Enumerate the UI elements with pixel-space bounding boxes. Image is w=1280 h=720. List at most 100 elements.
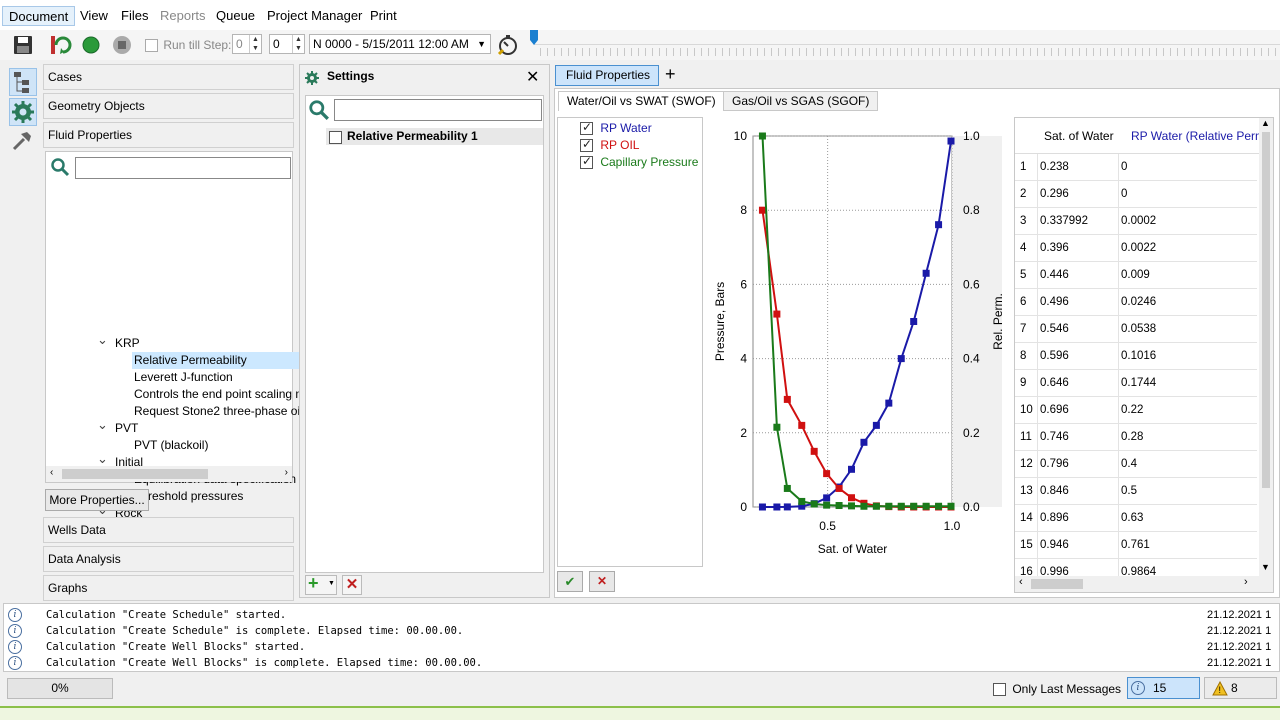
table-row[interactable]: 16 0.996 0.9864 bbox=[1015, 559, 1257, 576]
tree-search-input[interactable] bbox=[75, 157, 291, 179]
column-header-rp-water[interactable]: RP Water (Relative Perm bbox=[1131, 129, 1265, 143]
chevron-down-icon[interactable]: ⌄ bbox=[97, 333, 108, 346]
spin-arrows-icon[interactable]: ▲ ▼ bbox=[292, 35, 304, 53]
table-cell[interactable]: 0.646 bbox=[1040, 370, 1069, 397]
timer-icon[interactable] bbox=[495, 32, 521, 58]
section-wells-data[interactable]: Wells Data bbox=[43, 517, 294, 543]
section-cases[interactable]: Cases bbox=[43, 64, 294, 90]
table-cell[interactable]: 0.596 bbox=[1040, 343, 1069, 370]
date-select[interactable]: N 0000 - 5/15/2011 12:00 AM ▼ bbox=[309, 34, 491, 54]
table-row[interactable]: 2 0.296 0 bbox=[1015, 181, 1257, 208]
table-cell[interactable]: 0.446 bbox=[1040, 262, 1069, 289]
scroll-up-icon[interactable]: ▲ bbox=[1261, 118, 1270, 128]
scroll-right-icon[interactable]: › bbox=[1244, 576, 1248, 588]
horizontal-scrollbar[interactable]: ‹ › bbox=[46, 466, 292, 482]
delete-setting-button[interactable]: ✕ bbox=[342, 575, 362, 595]
table-cell[interactable]: 0 bbox=[1121, 154, 1127, 181]
section-fluid-properties[interactable]: Fluid Properties bbox=[43, 122, 294, 148]
menu-files[interactable]: Files bbox=[115, 6, 154, 26]
series-item-rp-oil[interactable]: RP OIL bbox=[580, 137, 639, 153]
table-cell[interactable]: 0.5 bbox=[1121, 478, 1137, 505]
info-filter-button[interactable]: i 15 bbox=[1127, 677, 1200, 699]
chevron-down-icon[interactable]: ⌄ bbox=[97, 452, 108, 465]
series-checkbox[interactable] bbox=[580, 120, 593, 136]
cancel-button[interactable]: ✕ bbox=[589, 571, 615, 592]
menu-queue[interactable]: Queue bbox=[210, 6, 261, 26]
table-row[interactable]: 5 0.446 0.009 bbox=[1015, 262, 1257, 289]
settings-search-input[interactable] bbox=[334, 99, 542, 121]
table-cell[interactable]: 0.238 bbox=[1040, 154, 1069, 181]
add-setting-button[interactable]: + ▼ bbox=[305, 573, 337, 595]
table-cell[interactable]: 0.0246 bbox=[1121, 289, 1156, 316]
menu-print[interactable]: Print bbox=[364, 6, 403, 26]
table-cell[interactable]: 0.896 bbox=[1040, 505, 1069, 532]
series-item-rp-water[interactable]: RP Water bbox=[580, 120, 652, 136]
table-cell[interactable]: 0.9864 bbox=[1121, 559, 1156, 576]
table-row[interactable]: 13 0.846 0.5 bbox=[1015, 478, 1257, 505]
step-spinbox[interactable]: 0 ▲ ▼ bbox=[269, 34, 305, 54]
series-item-capillary-pressure[interactable]: Capillary Pressure bbox=[580, 154, 698, 170]
only-last-messages-box[interactable] bbox=[993, 683, 1006, 697]
tab-fluid-properties[interactable]: Fluid Properties bbox=[555, 65, 659, 86]
table-cell[interactable]: 0.796 bbox=[1040, 451, 1069, 478]
save-icon[interactable] bbox=[10, 32, 36, 58]
table-cell[interactable]: 0.337992 bbox=[1040, 208, 1088, 235]
scroll-left-icon[interactable]: ‹ bbox=[50, 467, 53, 478]
tree-view-icon[interactable] bbox=[9, 68, 37, 96]
timeline-track[interactable] bbox=[534, 44, 1280, 45]
table-cell[interactable]: 0.1744 bbox=[1121, 370, 1156, 397]
table-cell[interactable]: 0.761 bbox=[1121, 532, 1150, 559]
table-cell[interactable]: 0.946 bbox=[1040, 532, 1069, 559]
table-cell[interactable]: 0.0538 bbox=[1121, 316, 1156, 343]
scrollbar-thumb[interactable] bbox=[62, 469, 208, 479]
section-graphs[interactable]: Graphs bbox=[43, 575, 294, 601]
table-cell[interactable]: 0.009 bbox=[1121, 262, 1150, 289]
table-cell[interactable]: 0.296 bbox=[1040, 181, 1069, 208]
table-row[interactable]: 12 0.796 0.4 bbox=[1015, 451, 1257, 478]
table-cell[interactable]: 0.63 bbox=[1121, 505, 1143, 532]
timeline-handle[interactable] bbox=[529, 30, 539, 46]
table-cell[interactable]: 0.546 bbox=[1040, 316, 1069, 343]
tab-swof[interactable]: Water/Oil vs SWAT (SWOF) bbox=[558, 91, 725, 111]
apply-button[interactable]: ✔ bbox=[557, 571, 583, 592]
table-row[interactable]: 10 0.696 0.22 bbox=[1015, 397, 1257, 424]
only-last-messages-checkbox[interactable]: Only Last Messages bbox=[993, 682, 1121, 697]
table-cell[interactable]: 0.496 bbox=[1040, 289, 1069, 316]
menu-document[interactable]: Document bbox=[2, 6, 76, 26]
table-row[interactable]: 1 0.238 0 bbox=[1015, 154, 1257, 181]
warning-filter-button[interactable]: ! 8 bbox=[1204, 677, 1277, 699]
hammer-icon[interactable] bbox=[9, 128, 37, 156]
table-row[interactable]: 14 0.896 0.63 bbox=[1015, 505, 1257, 532]
table-row[interactable]: 9 0.646 0.1744 bbox=[1015, 370, 1257, 397]
settings-item[interactable]: Relative Permeability 1 bbox=[326, 128, 543, 145]
table-cell[interactable]: 0.1016 bbox=[1121, 343, 1156, 370]
series-checkbox[interactable] bbox=[580, 137, 593, 153]
table-row[interactable]: 6 0.496 0.0246 bbox=[1015, 289, 1257, 316]
tab-sgof[interactable]: Gas/Oil vs SGAS (SGOF) bbox=[723, 91, 879, 111]
close-icon[interactable]: ✕ bbox=[526, 67, 539, 87]
scrollbar-thumb[interactable] bbox=[1031, 579, 1083, 589]
more-properties-button[interactable]: More Properties... bbox=[45, 489, 149, 511]
section-data-analysis[interactable]: Data Analysis bbox=[43, 546, 294, 572]
table-cell[interactable]: 0.22 bbox=[1121, 397, 1143, 424]
gear-icon[interactable] bbox=[9, 98, 37, 126]
table-row[interactable]: 8 0.596 0.1016 bbox=[1015, 343, 1257, 370]
table-row[interactable]: 7 0.546 0.0538 bbox=[1015, 316, 1257, 343]
table-row[interactable]: 3 0.337992 0.0002 bbox=[1015, 208, 1257, 235]
scroll-right-icon[interactable]: › bbox=[285, 467, 288, 478]
table-cell[interactable]: 0 bbox=[1121, 181, 1127, 208]
step-spinbox-disabled[interactable]: 0 ▲ ▼ bbox=[232, 34, 262, 54]
table-row[interactable]: 15 0.946 0.761 bbox=[1015, 532, 1257, 559]
table-cell[interactable]: 0.28 bbox=[1121, 424, 1143, 451]
table-cell[interactable]: 0.0022 bbox=[1121, 235, 1156, 262]
table-cell[interactable]: 0.746 bbox=[1040, 424, 1069, 451]
spin-arrows-icon[interactable]: ▲ ▼ bbox=[249, 35, 261, 53]
settings-item-checkbox[interactable] bbox=[329, 131, 342, 145]
column-header-sat-water[interactable]: Sat. of Water bbox=[1044, 129, 1114, 143]
table-cell[interactable]: 0.846 bbox=[1040, 478, 1069, 505]
add-tab-icon[interactable]: + bbox=[665, 64, 676, 85]
vertical-scrollbar[interactable]: ▲ ▼ bbox=[1259, 118, 1273, 576]
run-till-step-checkbox[interactable]: Run till Step: bbox=[145, 38, 231, 53]
section-geometry-objects[interactable]: Geometry Objects bbox=[43, 93, 294, 119]
table-cell[interactable]: 0.396 bbox=[1040, 235, 1069, 262]
